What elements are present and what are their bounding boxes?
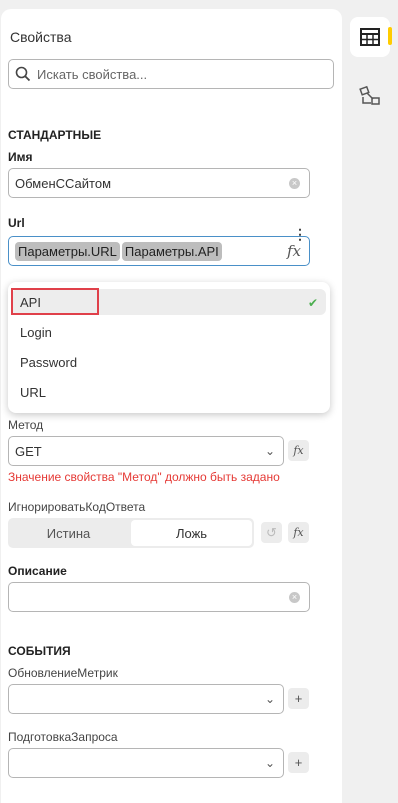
option-label: Password (20, 354, 78, 370)
table-icon (360, 28, 380, 46)
ignore-code-label: ИгнорироватьКодОтвета (8, 500, 146, 514)
ignore-fx-button[interactable]: fx (288, 522, 309, 543)
option-label: Login (20, 324, 52, 340)
active-tab-accent (388, 27, 392, 45)
option-label: URL (20, 384, 47, 400)
description-label: Описание (8, 564, 67, 578)
name-value: ОбменССайтом (15, 175, 112, 191)
url-options-dropdown: API ✔ Login Password URL (8, 282, 330, 413)
flow-tab-button[interactable] (350, 76, 390, 116)
properties-tab-button[interactable] (350, 17, 392, 57)
toggle-true[interactable]: Истина (8, 518, 129, 548)
option-url[interactable]: URL (8, 379, 330, 405)
request-prep-label: ПодготовкаЗапроса (8, 730, 118, 744)
metrics-update-label: ОбновлениеМетрик (8, 666, 118, 680)
undo-icon[interactable]: ↺ (261, 522, 282, 543)
method-label: Метод (8, 418, 44, 432)
method-error: Значение свойства "Метод" должно быть за… (8, 470, 280, 484)
url-chip-api[interactable]: Параметры.API (121, 241, 222, 261)
section-standard: СТАНДАРТНЫЕ (8, 128, 102, 142)
method-value: GET (15, 443, 42, 459)
right-rail (342, 0, 398, 803)
ignore-code-toggle: Истина Ложь (8, 518, 254, 548)
properties-panel: Свойства Искать свойства... СТАНДАРТНЫЕ … (1, 9, 342, 803)
toggle-false[interactable]: Ложь (131, 520, 252, 546)
chevron-down-icon: ⌄ (264, 692, 275, 706)
name-label: Имя (8, 150, 33, 164)
clear-icon[interactable]: × (289, 178, 300, 189)
option-login[interactable]: Login (8, 319, 330, 345)
fx-icon: fx (293, 444, 304, 457)
fx-icon[interactable]: fx (287, 242, 301, 260)
metrics-update-select[interactable]: ⌄ (8, 684, 284, 714)
search-input[interactable]: Искать свойства... (8, 59, 334, 89)
chevron-down-icon: ⌄ (264, 444, 275, 458)
plus-icon[interactable]: + (288, 752, 309, 773)
fx-icon: fx (293, 526, 304, 539)
url-label: Url (8, 216, 25, 230)
check-icon: ✔ (307, 296, 318, 310)
chevron-down-icon: ⌄ (264, 756, 275, 770)
url-chip-url[interactable]: Параметры.URL (15, 241, 120, 261)
option-password[interactable]: Password (8, 349, 330, 375)
flow-icon (359, 85, 380, 105)
search-icon (15, 66, 31, 82)
selection-highlight (11, 288, 99, 315)
plus-icon[interactable]: + (288, 688, 309, 709)
method-fx-button[interactable]: fx (288, 440, 309, 461)
description-field[interactable]: × (8, 582, 310, 612)
section-events: СОБЫТИЯ (8, 644, 71, 658)
method-select[interactable]: GET ⌄ (8, 436, 284, 466)
request-prep-select[interactable]: ⌄ (8, 748, 284, 778)
clear-icon[interactable]: × (289, 592, 300, 603)
search-placeholder: Искать свойства... (37, 66, 148, 82)
panel-title: Свойства (10, 29, 72, 45)
url-field[interactable]: Параметры.URL Параметры.API fx (8, 236, 310, 266)
name-field[interactable]: ОбменССайтом × (8, 168, 310, 198)
